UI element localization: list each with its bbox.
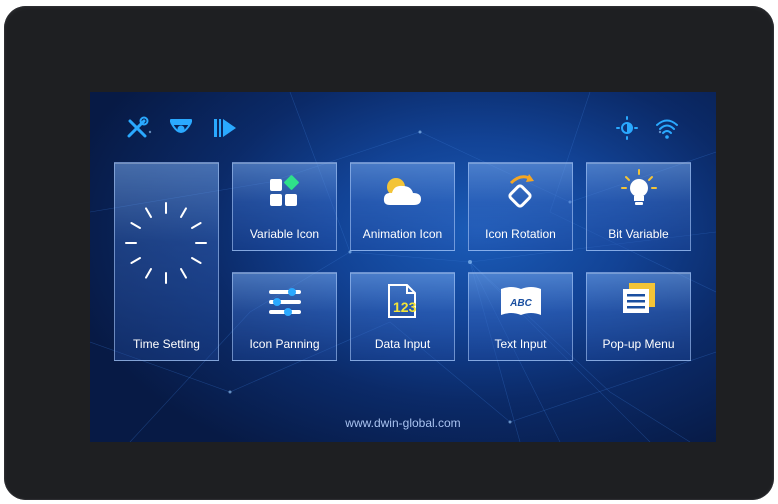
- tile-icon-rotation[interactable]: Icon Rotation: [468, 162, 573, 251]
- tile-label: Time Setting: [133, 337, 200, 351]
- sliders-icon: [268, 288, 301, 316]
- clock-tick: [130, 257, 141, 264]
- document-number-icon: 123: [387, 284, 417, 318]
- tile-data-input[interactable]: 123 Data Input: [350, 272, 455, 361]
- brightness-icon[interactable]: [614, 116, 640, 140]
- clock-icon: [125, 202, 207, 284]
- tile-bit-variable[interactable]: Bit Variable: [586, 162, 691, 251]
- wrench-screwdriver-icon[interactable]: [124, 116, 150, 140]
- footer-url[interactable]: www.dwin-global.com: [90, 416, 716, 430]
- text-input-glyph: ABC: [509, 298, 532, 309]
- clock-tick: [145, 268, 152, 279]
- tile-label: Text Input: [494, 337, 547, 351]
- lightbulb-icon: [620, 169, 657, 205]
- tile-label: Data Input: [374, 337, 431, 351]
- device-bezel: Time Setting Variable Icon Animation Ico…: [4, 6, 774, 500]
- tile-label: Bit Variable: [608, 227, 669, 241]
- clock-tick: [191, 222, 202, 229]
- clock-tick: [180, 268, 187, 279]
- data-input-glyph: 123: [393, 299, 417, 315]
- clock-tick: [130, 222, 141, 229]
- tile-time-setting[interactable]: Time Setting: [114, 162, 219, 361]
- tile-animation-icon[interactable]: Animation Icon: [350, 162, 455, 251]
- cloud-sun-icon: [383, 178, 421, 205]
- book-icon: ABC: [500, 287, 541, 315]
- clock-tick: [191, 257, 202, 264]
- lcd-screen: Time Setting Variable Icon Animation Ico…: [90, 92, 716, 442]
- tile-label: Variable Icon: [249, 227, 320, 241]
- rotate-icon: [507, 174, 534, 208]
- tile-label: Pop-up Menu: [602, 337, 675, 351]
- tile-label: Animation Icon: [362, 227, 443, 241]
- clock-tick: [145, 207, 152, 218]
- tile-variable-icon[interactable]: Variable Icon: [232, 162, 337, 251]
- tile-popup-menu[interactable]: Pop-up Menu: [586, 272, 691, 361]
- play-icon[interactable]: [212, 116, 238, 140]
- tile-label: Icon Rotation: [485, 227, 556, 241]
- menu-list-icon: [622, 283, 655, 313]
- wifi-icon[interactable]: [654, 116, 680, 140]
- camera-icon[interactable]: [168, 116, 194, 140]
- grid-icon: [269, 175, 299, 206]
- tile-label: Icon Panning: [249, 337, 320, 351]
- tile-text-input[interactable]: ABC Text Input: [468, 272, 573, 361]
- tile-icon-panning[interactable]: Icon Panning: [232, 272, 337, 361]
- clock-tick: [180, 207, 187, 218]
